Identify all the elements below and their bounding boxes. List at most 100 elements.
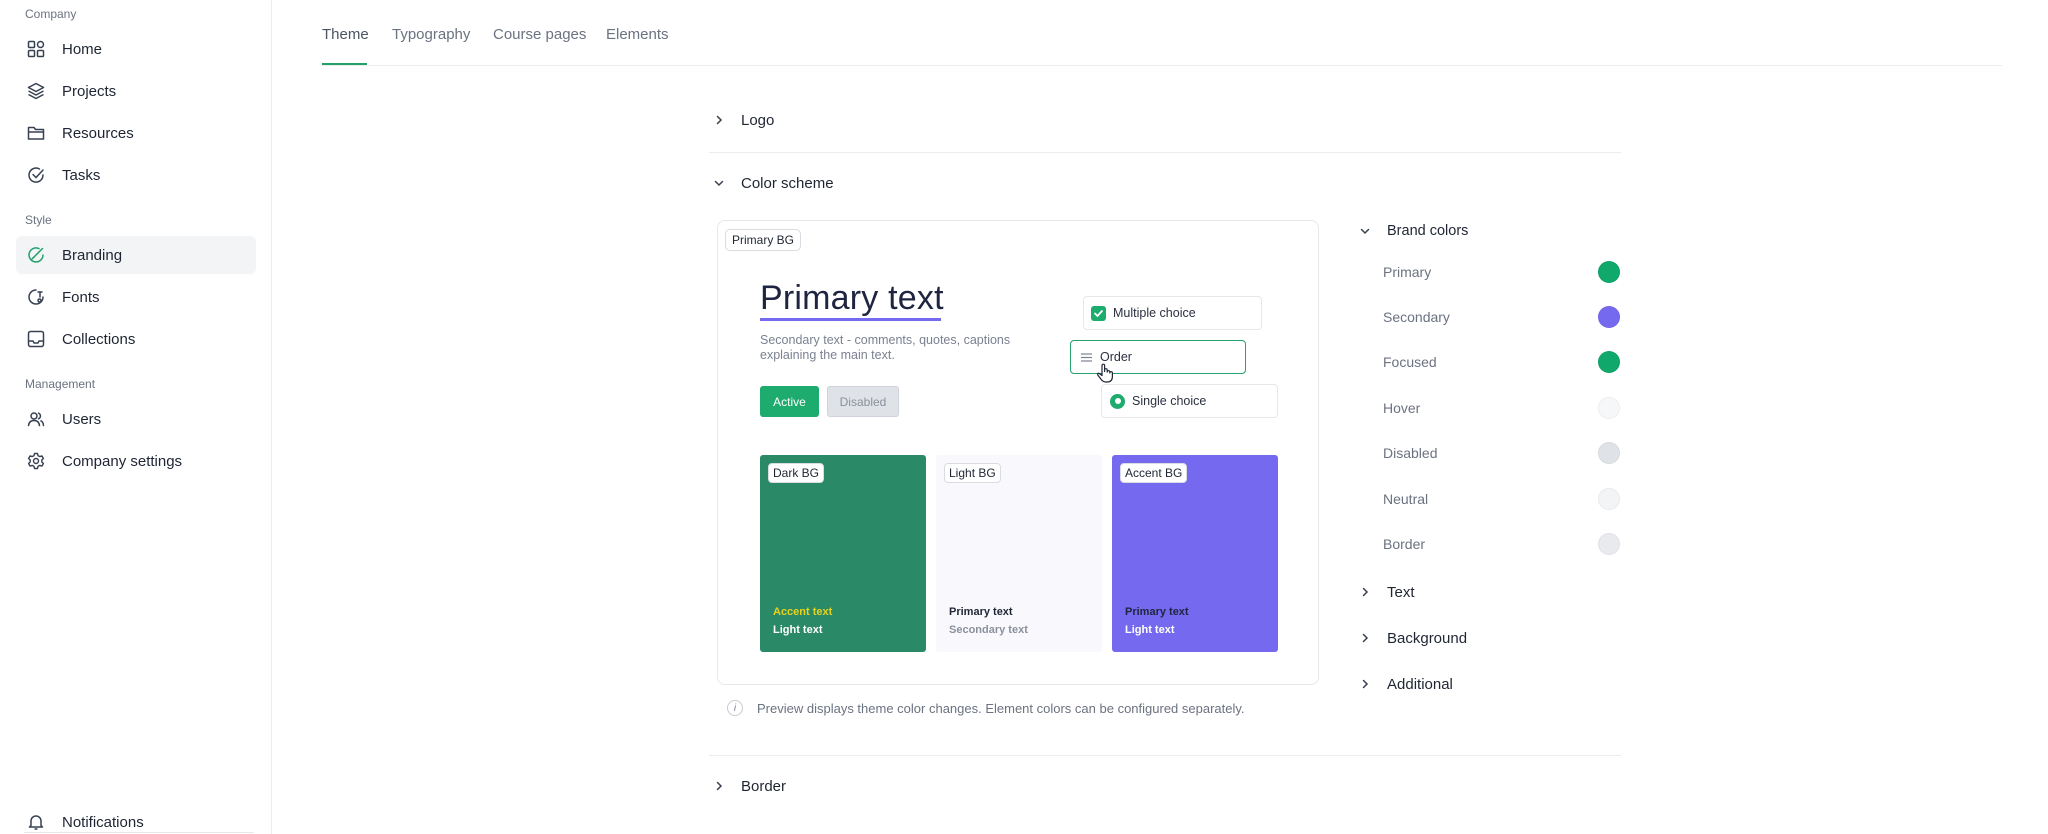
folder-icon	[26, 123, 46, 143]
info-icon: i	[727, 700, 743, 716]
divider	[709, 755, 1621, 756]
light-bg-panel: Light BG Primary text Secondary text	[936, 455, 1102, 652]
font-icon	[26, 287, 46, 307]
color-row-hover[interactable]: Hover	[1383, 396, 1623, 420]
tab-elements[interactable]: Elements	[606, 26, 669, 43]
color-swatch[interactable]	[1598, 533, 1620, 555]
info-text: Preview displays theme color changes. El…	[757, 700, 1245, 716]
drag-handle-icon	[1081, 352, 1092, 362]
section-color-scheme-header[interactable]: Color scheme	[709, 173, 834, 193]
accent-bg-tag: Accent BG	[1120, 463, 1188, 483]
accent-text-sample: Accent text	[773, 606, 833, 618]
color-row-disabled[interactable]: Disabled	[1383, 441, 1623, 465]
section-border-header[interactable]: Border	[709, 776, 786, 796]
sidebar-item-tasks[interactable]: Tasks	[16, 156, 256, 194]
sidebar-item-projects[interactable]: Projects	[16, 72, 256, 110]
chevron-right-icon	[1355, 674, 1375, 694]
sidebar-item-notifications[interactable]: Notifications	[16, 803, 256, 834]
sidebar-item-label: Collections	[62, 330, 136, 348]
section-title: Background	[1387, 629, 1468, 647]
theme-preview: Primary BG Primary text Secondary text -…	[717, 220, 1319, 685]
sidebar-item-label: Tasks	[62, 166, 101, 184]
chevron-right-icon	[709, 776, 729, 796]
palette-icon	[26, 245, 46, 265]
users-icon	[26, 409, 46, 429]
primary-text-sample: Primary text	[1125, 606, 1189, 618]
sidebar-item-users[interactable]: Users	[16, 400, 256, 438]
section-title: Logo	[741, 111, 775, 129]
sidebar-item-fonts[interactable]: Fonts	[16, 278, 256, 316]
color-label: Hover	[1383, 400, 1421, 416]
preview-info-note: i Preview displays theme color changes. …	[727, 700, 1245, 716]
sidebar-item-label: Home	[62, 40, 103, 58]
section-title: Text	[1387, 583, 1415, 601]
sidebar-item-branding[interactable]: Branding	[16, 236, 256, 274]
chevron-right-icon	[1355, 628, 1375, 648]
preview-primary-text: Primary text	[760, 279, 944, 317]
section-title: Border	[741, 777, 787, 795]
primary-text-sample: Primary text	[949, 606, 1013, 618]
color-label: Disabled	[1383, 445, 1438, 461]
sidebar-item-label: Notifications	[62, 813, 144, 831]
sidebar-group-style: Style	[25, 213, 52, 227]
section-additional-header[interactable]: Additional	[1355, 674, 1453, 694]
section-logo-header[interactable]: Logo	[709, 110, 774, 130]
color-swatch[interactable]	[1598, 442, 1620, 464]
secondary-text-sample: Secondary text	[949, 624, 1028, 636]
multiple-choice-label: Multiple choice	[1113, 306, 1196, 320]
color-label: Primary	[1383, 264, 1432, 280]
light-text-sample: Light text	[773, 624, 823, 636]
sidebar-divider	[24, 832, 254, 833]
check-circle-icon	[26, 165, 46, 185]
sidebar-item-collections[interactable]: Collections	[16, 320, 256, 358]
sidebar-item-label: Fonts	[62, 288, 100, 306]
sidebar-item-label: Company settings	[62, 452, 183, 470]
brand-colors-header[interactable]: Brand colors	[1355, 221, 1468, 241]
radio-selected-icon	[1110, 393, 1125, 409]
active-tab-indicator	[322, 63, 367, 65]
preview-secondary-text: Secondary text - comments, quotes, capti…	[760, 333, 1011, 362]
color-row-secondary[interactable]: Secondary	[1383, 305, 1623, 329]
color-swatch[interactable]	[1598, 397, 1620, 419]
sidebar: Company Home Projects Resources Tasks St…	[0, 0, 272, 834]
single-choice-card[interactable]: Single choice	[1101, 384, 1278, 418]
sidebar-item-label: Projects	[62, 82, 117, 100]
sidebar-item-label: Users	[62, 410, 102, 428]
tab-course-pages[interactable]: Course pages	[493, 26, 586, 43]
color-swatch[interactable]	[1598, 488, 1620, 510]
chevron-right-icon	[1355, 582, 1375, 602]
chevron-down-icon	[709, 173, 729, 193]
section-background-header[interactable]: Background	[1355, 628, 1467, 648]
sidebar-item-resources[interactable]: Resources	[16, 114, 256, 152]
tab-theme[interactable]: Theme	[322, 26, 369, 43]
section-text-header[interactable]: Text	[1355, 582, 1415, 602]
light-text-sample: Light text	[1125, 624, 1175, 636]
section-title: Additional	[1387, 675, 1453, 693]
color-swatch[interactable]	[1598, 261, 1620, 283]
color-row-primary[interactable]: Primary	[1383, 260, 1623, 284]
sidebar-group-company: Company	[25, 7, 77, 21]
tab-bar: Theme Typography Course pages Elements	[322, 0, 2002, 66]
accent-bg-panel: Accent BG Primary text Light text	[1112, 455, 1278, 652]
dark-bg-tag: Dark BG	[768, 463, 825, 483]
preview-active-button[interactable]: Active	[760, 386, 819, 417]
sidebar-item-company-settings[interactable]: Company settings	[16, 442, 256, 480]
divider	[709, 152, 1621, 153]
sidebar-item-label: Resources	[62, 124, 134, 142]
order-label: Order	[1100, 350, 1132, 364]
brand-colors-title: Brand colors	[1387, 223, 1469, 239]
color-swatch[interactable]	[1598, 351, 1620, 373]
primary-text-underline	[760, 318, 941, 321]
color-row-border[interactable]: Border	[1383, 532, 1623, 556]
checkbox-checked-icon	[1091, 305, 1106, 321]
multiple-choice-card[interactable]: Multiple choice	[1083, 296, 1262, 330]
dark-bg-panel: Dark BG Accent text Light text	[760, 455, 926, 652]
color-swatch[interactable]	[1598, 306, 1620, 328]
gear-icon	[26, 451, 46, 471]
color-row-focused[interactable]: Focused	[1383, 350, 1623, 374]
light-bg-tag: Light BG	[944, 463, 1001, 483]
color-row-neutral[interactable]: Neutral	[1383, 487, 1623, 511]
tab-typography[interactable]: Typography	[392, 26, 470, 43]
chevron-down-icon	[1355, 221, 1375, 241]
sidebar-item-home[interactable]: Home	[16, 30, 256, 68]
